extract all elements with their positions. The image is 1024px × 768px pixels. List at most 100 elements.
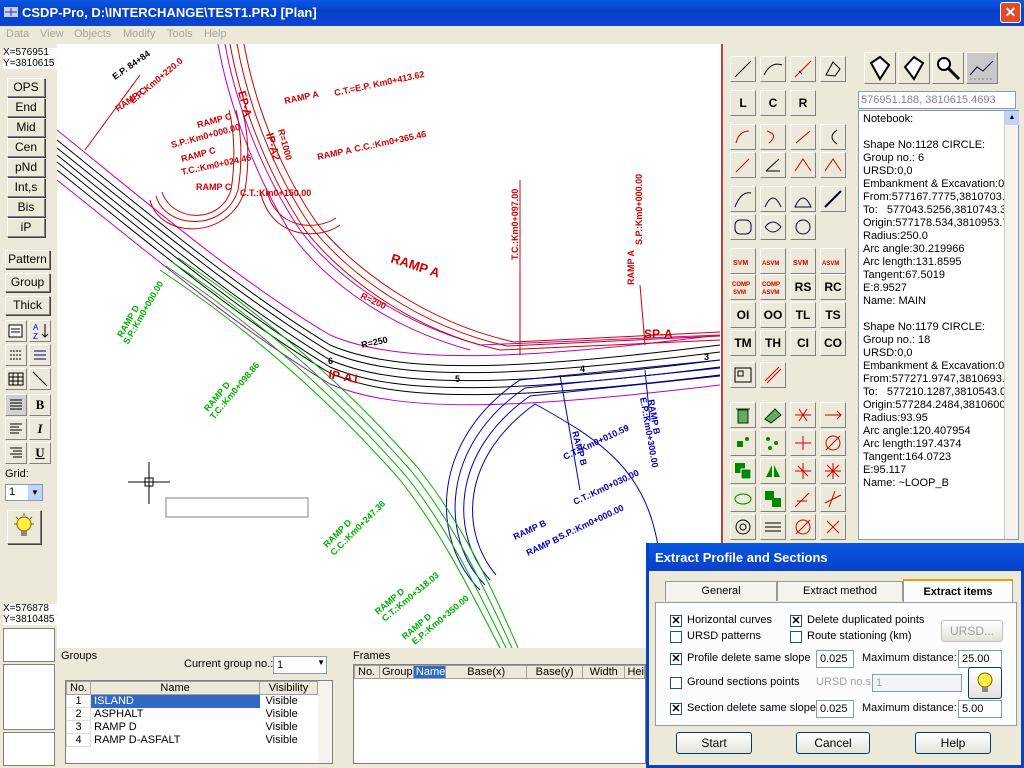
compasvm-icon[interactable]: COMP ASVM xyxy=(760,274,786,300)
snap-pnd-button[interactable]: pNd xyxy=(7,158,45,177)
arc-icon[interactable] xyxy=(760,56,786,82)
line-icon[interactable] xyxy=(730,56,756,82)
tab-extract-items[interactable]: Extract items xyxy=(903,579,1013,603)
snap-ops-button[interactable]: OPS xyxy=(7,78,45,97)
tool-ci-button[interactable]: CI xyxy=(790,330,816,356)
snap-mid-button[interactable]: Mid xyxy=(7,118,45,137)
tool-c-button[interactable]: C xyxy=(760,90,786,116)
col-group[interactable]: Group xyxy=(378,665,414,679)
curve-6-icon[interactable] xyxy=(760,152,786,178)
spiral-1-icon[interactable] xyxy=(730,186,756,212)
thick-button[interactable]: Thick xyxy=(5,296,50,315)
pattern-button[interactable]: Pattern xyxy=(5,250,50,269)
italic-icon[interactable]: I xyxy=(29,418,51,440)
section-maxdist-input[interactable]: 5.00 xyxy=(958,700,1002,718)
snap-ints-button[interactable]: Int,s xyxy=(7,178,45,197)
trim-cross-icon[interactable] xyxy=(790,402,816,428)
drawing-canvas[interactable]: E.P. 84+84 RAMP C E.P. Km0+220.0 EP-A RA… xyxy=(57,44,721,648)
curve-2-icon[interactable] xyxy=(760,124,786,150)
col-height[interactable]: Hei xyxy=(624,665,645,679)
tab-general[interactable]: General xyxy=(665,581,777,601)
tool-rs-button[interactable]: RS xyxy=(790,274,816,300)
section-slope-checkbox[interactable]: ✕ xyxy=(670,703,682,715)
sort-az-icon[interactable]: AZ xyxy=(29,320,51,342)
tool-oo-button[interactable]: OO xyxy=(760,302,786,328)
fillet-icon[interactable] xyxy=(790,486,816,512)
menu-modify[interactable]: Modify xyxy=(123,28,155,40)
col-visibility[interactable]: Visibility xyxy=(259,681,318,695)
svm-1-icon[interactable]: SVM xyxy=(730,248,756,274)
menu-data[interactable]: Data xyxy=(6,28,29,40)
dupes-checkbox[interactable]: ✕ xyxy=(790,615,802,627)
delete-icon[interactable] xyxy=(730,402,756,428)
row-visibility[interactable]: Visible xyxy=(260,734,318,747)
cursor-coords-field[interactable]: 576951.188, 3810615.4693 xyxy=(858,91,1016,109)
groups-table[interactable]: No. Name Visibility 1 ISLAND Visible 2 ASPH… xyxy=(65,680,333,764)
lightbulb-icon[interactable] xyxy=(7,510,41,544)
col-basex[interactable]: Base(x) xyxy=(445,665,528,679)
curve-5-icon[interactable] xyxy=(730,152,756,178)
polygon-icon[interactable] xyxy=(820,56,846,82)
curve-7-icon[interactable] xyxy=(790,152,816,178)
points-icon[interactable] xyxy=(730,430,756,456)
select-icon[interactable] xyxy=(864,52,896,84)
col-no[interactable]: No. xyxy=(66,681,92,695)
lightbulb-icon[interactable] xyxy=(968,667,1002,699)
zoom-icon[interactable] xyxy=(932,52,964,84)
ursd-patterns-checkbox[interactable] xyxy=(670,631,682,643)
profile-icon[interactable] xyxy=(966,52,998,84)
curve-8-icon[interactable] xyxy=(820,152,846,178)
row-name[interactable]: RAMP D xyxy=(91,721,260,734)
pan-icon[interactable] xyxy=(898,52,930,84)
profile-maxdist-input[interactable]: 25.00 xyxy=(958,650,1002,668)
current-group-select[interactable]: 1 ▼ xyxy=(273,656,327,674)
grid-table-icon[interactable] xyxy=(5,368,27,390)
row-visibility[interactable]: Visible xyxy=(260,708,318,721)
intersect-icon[interactable] xyxy=(790,458,816,484)
tool-co-button[interactable]: CO xyxy=(820,330,846,356)
plan-drawing[interactable]: E.P. 84+84 RAMP C E.P. Km0+220.0 EP-A RA… xyxy=(57,44,721,648)
table-row[interactable]: 4 RAMP D-ASFALT Visible xyxy=(66,733,318,747)
loop-2-icon[interactable] xyxy=(760,214,786,240)
tool-tm-button[interactable]: TM xyxy=(730,330,756,356)
help-button[interactable]: Help xyxy=(915,732,991,754)
tool-th-button[interactable]: TH xyxy=(760,330,786,356)
move-icon[interactable] xyxy=(760,486,786,512)
spiral-edit-icon[interactable] xyxy=(730,514,756,540)
table-row[interactable]: 1 ISLAND Visible xyxy=(66,694,318,708)
copy-icon[interactable] xyxy=(730,458,756,484)
menu-tools[interactable]: Tools xyxy=(167,28,193,40)
scatter-icon[interactable] xyxy=(760,430,786,456)
edit-line-icon[interactable] xyxy=(790,56,816,82)
circle-line-icon[interactable] xyxy=(790,514,816,540)
rotate-icon[interactable] xyxy=(730,486,756,512)
spiral-2-icon[interactable] xyxy=(760,186,786,212)
list-icon[interactable] xyxy=(5,344,27,366)
mirror-icon[interactable] xyxy=(760,458,786,484)
star-icon[interactable] xyxy=(820,458,846,484)
tool-ts-button[interactable]: TS xyxy=(820,302,846,328)
table-row[interactable]: 2 ASPHALT Visible xyxy=(66,707,318,721)
scroll-up-icon[interactable]: ▲ xyxy=(1005,111,1019,125)
snap-ip-button[interactable]: iP xyxy=(7,218,45,237)
groups-scrollbar[interactable] xyxy=(318,681,332,763)
profile-slope-input[interactable]: 0.025 xyxy=(816,650,854,668)
row-name[interactable]: ISLAND xyxy=(90,694,260,708)
cross-out-icon[interactable] xyxy=(820,514,846,540)
section-slope-input[interactable]: 0.025 xyxy=(816,700,854,718)
line-tool-icon[interactable] xyxy=(29,368,51,390)
circle-cut-icon[interactable] xyxy=(820,430,846,456)
col-name[interactable]: Name xyxy=(90,681,260,695)
row-name[interactable]: ASPHALT xyxy=(91,708,260,721)
eraser-icon[interactable] xyxy=(760,402,786,428)
col-basey[interactable]: Base(y) xyxy=(526,665,583,679)
snap-cen-button[interactable]: Cen xyxy=(7,138,45,157)
tool-tl-button[interactable]: TL xyxy=(790,302,816,328)
menu-help[interactable]: Help xyxy=(204,28,227,40)
bold-icon[interactable]: B xyxy=(29,394,51,416)
row-name[interactable]: RAMP D-ASFALT xyxy=(91,734,260,747)
menu-objects[interactable]: Objects xyxy=(74,28,111,40)
asvm-1-icon[interactable]: ASVM xyxy=(760,248,786,274)
loop-1-icon[interactable] xyxy=(730,214,756,240)
snap-end-button[interactable]: End xyxy=(7,98,45,117)
